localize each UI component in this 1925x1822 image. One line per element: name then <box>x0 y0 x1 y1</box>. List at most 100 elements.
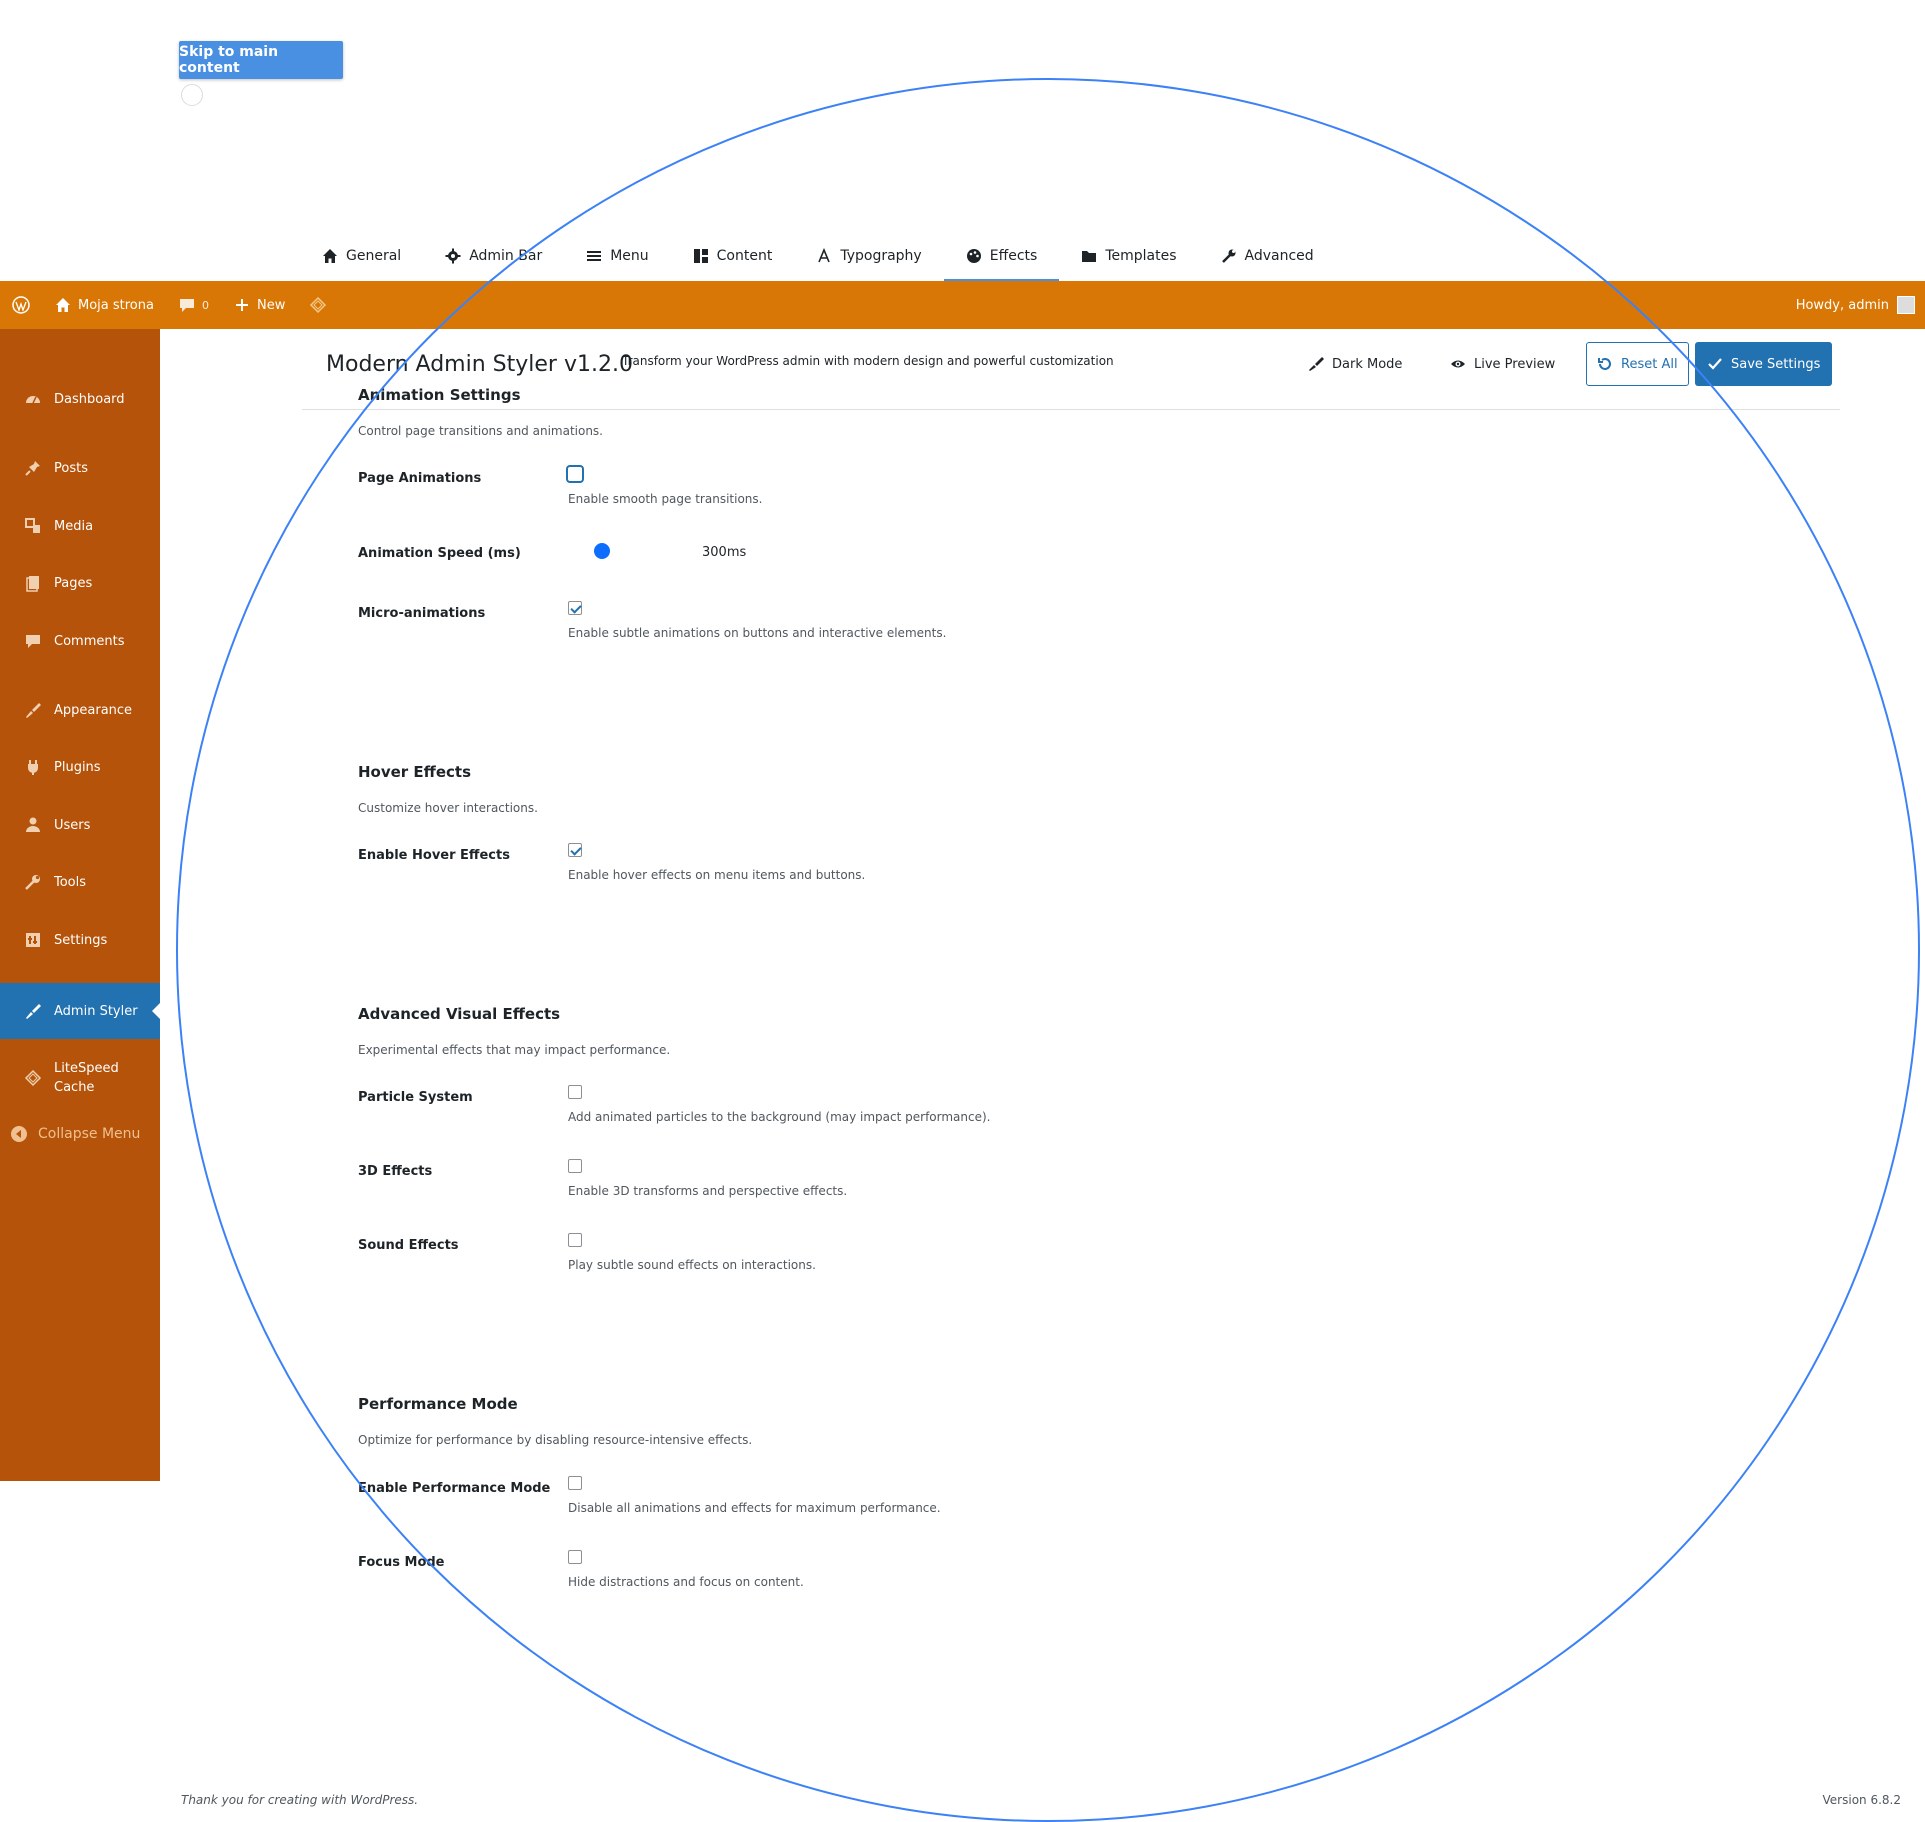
dashboard-icon <box>26 396 40 404</box>
sidebar-item-plugins[interactable]: Plugins <box>0 758 160 776</box>
focus-indicator-dot <box>181 84 203 106</box>
sidebar-item-posts[interactable]: Posts <box>0 459 160 477</box>
micro-animations-checkbox[interactable] <box>568 601 582 615</box>
litespeed-link[interactable] <box>297 281 339 329</box>
performance-mode-label: Enable Performance Mode <box>358 1481 551 1496</box>
pin-icon <box>25 461 40 476</box>
tab-effects[interactable]: Effects <box>943 232 1060 282</box>
particle-system-checkbox[interactable] <box>568 1085 582 1099</box>
tab-templates[interactable]: Templates <box>1059 232 1198 280</box>
sidebar-item-label: Tools <box>54 874 87 890</box>
footer-version: Version 6.8.2 <box>1822 1793 1901 1807</box>
save-settings-button[interactable]: Save Settings <box>1695 342 1833 386</box>
page-title: Modern Admin Styler v1.2.0 <box>326 352 633 377</box>
animation-speed-value: 300ms <box>702 545 747 560</box>
live-preview-label: Live Preview <box>1474 356 1556 372</box>
wp-logo-button[interactable] <box>0 281 42 329</box>
grid-icon <box>693 249 708 263</box>
tab-menu[interactable]: Menu <box>564 232 670 280</box>
live-preview-toggle[interactable]: Live Preview <box>1450 342 1555 386</box>
sidebar-item-users[interactable]: Users <box>0 816 160 834</box>
tab-content[interactable]: Content <box>671 232 795 280</box>
collapse-menu-button[interactable]: Collapse Menu <box>0 1125 160 1143</box>
sound-effects-checkbox[interactable] <box>568 1233 582 1247</box>
folder-icon <box>1082 251 1097 262</box>
sidebar-item-media[interactable]: Media <box>0 517 160 535</box>
wrench-icon <box>25 875 40 890</box>
tab-advanced[interactable]: Advanced <box>1199 232 1336 280</box>
animation-speed-slider[interactable] <box>594 543 610 559</box>
sound-effects-help: Play subtle sound effects on interaction… <box>568 1258 816 1272</box>
gear-icon <box>445 248 461 264</box>
sidebar-item-litespeed[interactable]: LiteSpeed Cache <box>0 1059 160 1097</box>
menu-icon <box>587 251 602 261</box>
tab-general[interactable]: General <box>300 232 423 280</box>
section-desc-advanced: Experimental effects that may impact per… <box>358 1043 671 1057</box>
section-desc-hover: Customize hover interactions. <box>358 801 538 815</box>
user-icon <box>26 817 40 832</box>
section-title-animation: Animation Settings <box>358 386 521 404</box>
plus-icon <box>235 299 248 311</box>
3d-effects-checkbox[interactable] <box>568 1159 582 1173</box>
micro-animations-label: Micro-animations <box>358 606 486 621</box>
sidebar-item-settings[interactable]: Settings <box>0 931 160 949</box>
sidebar-item-label: Settings <box>54 932 108 948</box>
skip-to-content-link[interactable]: Skip to main content <box>179 41 343 79</box>
brush-icon <box>26 1004 41 1019</box>
sidebar-item-label: Users <box>54 817 91 833</box>
sidebar-item-admin-styler[interactable]: Admin Styler <box>0 983 160 1039</box>
section-title-performance: Performance Mode <box>358 1395 518 1413</box>
tab-admin-bar[interactable]: Admin Bar <box>423 232 564 280</box>
sidebar-item-label: Posts <box>54 460 88 476</box>
3d-effects-label: 3D Effects <box>358 1164 433 1179</box>
performance-mode-checkbox[interactable] <box>568 1476 582 1490</box>
dark-mode-toggle[interactable]: Dark Mode <box>1308 342 1402 386</box>
sidebar-item-dashboard[interactable]: Dashboard <box>0 390 160 408</box>
tab-label: Menu <box>610 248 649 264</box>
save-label: Save Settings <box>1731 356 1821 372</box>
brush-icon <box>1309 357 1324 371</box>
diamond-icon <box>24 1069 42 1087</box>
site-name-link[interactable]: Moja strona <box>42 281 166 329</box>
hover-effects-checkbox[interactable] <box>568 843 582 857</box>
sidebar-item-label: Dashboard <box>54 391 125 407</box>
tab-label: Templates <box>1105 248 1177 264</box>
my-account[interactable]: Howdy, admin <box>1796 281 1915 329</box>
sidebar-item-label: Admin Styler <box>54 1003 138 1019</box>
page-animations-checkbox[interactable] <box>566 465 584 483</box>
plug-icon <box>28 760 38 775</box>
greeting: Howdy, admin <box>1795 297 1889 313</box>
comment-icon <box>26 635 40 648</box>
dark-mode-label: Dark Mode <box>1332 356 1403 372</box>
focus-mode-checkbox[interactable] <box>568 1550 582 1564</box>
wrench-icon <box>1221 249 1235 263</box>
3d-effects-help: Enable 3D transforms and perspective eff… <box>568 1184 848 1198</box>
comments-link[interactable]: 0 <box>166 281 221 329</box>
performance-mode-help: Disable all animations and effects for m… <box>568 1501 941 1515</box>
comments-count: 0 <box>201 298 209 312</box>
sidebar-item-label: Pages <box>54 575 93 591</box>
site-name: Moja strona <box>78 297 154 313</box>
tab-typography[interactable]: Typography <box>794 232 943 280</box>
animation-speed-label: Animation Speed (ms) <box>358 546 521 561</box>
reset-all-button[interactable]: Reset All <box>1586 342 1689 386</box>
section-title-advanced: Advanced Visual Effects <box>358 1005 561 1023</box>
sidebar-item-label: Plugins <box>54 759 101 775</box>
comment-icon <box>179 299 194 312</box>
new-content-link[interactable]: New <box>221 281 297 329</box>
sidebar-item-tools[interactable]: Tools <box>0 873 160 891</box>
media-icon <box>25 518 40 533</box>
sidebar-item-pages[interactable]: Pages <box>0 574 160 592</box>
sidebar-item-comments[interactable]: Comments <box>0 632 160 650</box>
reset-icon <box>1598 358 1611 370</box>
text-icon <box>818 248 831 263</box>
reset-label: Reset All <box>1621 356 1678 372</box>
collapse-icon <box>11 1126 27 1142</box>
palette-icon <box>966 249 981 263</box>
home-icon <box>56 298 70 312</box>
sidebar-item-label: LiteSpeed Cache <box>54 1061 119 1095</box>
sidebar-item-label: Media <box>54 518 94 534</box>
sidebar-item-appearance[interactable]: Appearance <box>0 701 160 719</box>
plugin-header: Modern Admin Styler v1.2.0 Transform you… <box>302 336 1840 410</box>
particle-system-label: Particle System <box>358 1090 473 1105</box>
